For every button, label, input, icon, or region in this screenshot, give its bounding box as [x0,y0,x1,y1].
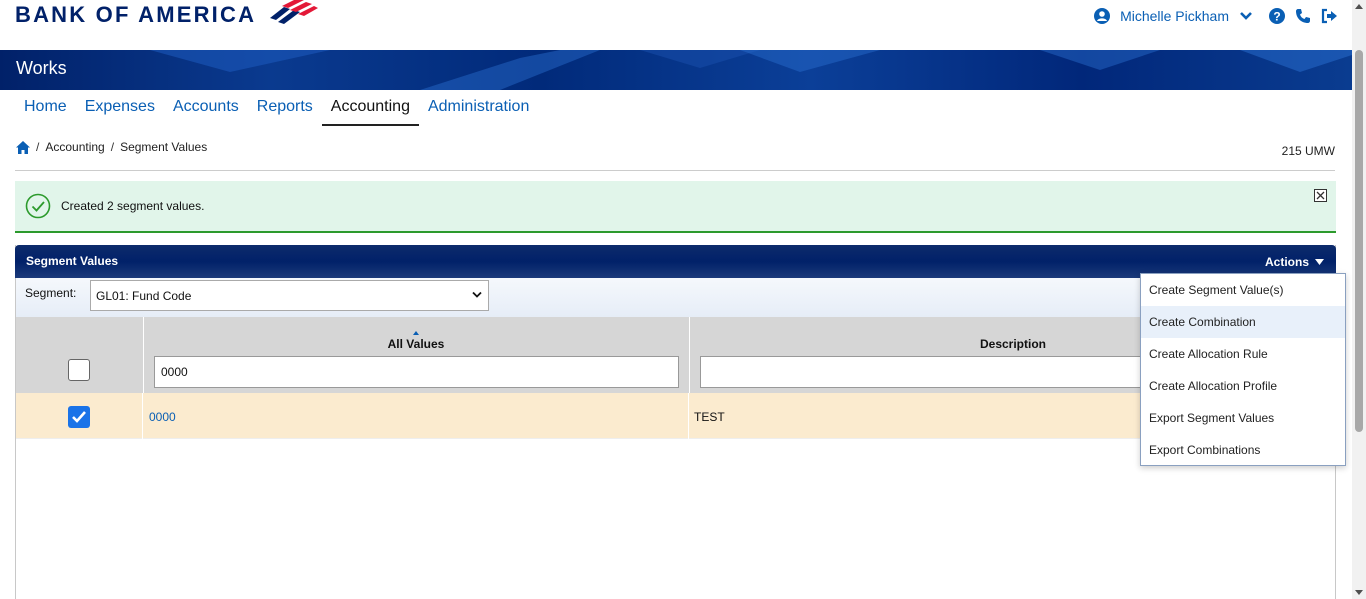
phone-icon[interactable] [1295,8,1311,24]
all-values-header-label: All Values [387,337,445,351]
svg-text:?: ? [1273,10,1280,24]
close-alert-button[interactable] [1314,189,1327,202]
user-area: Michelle Pickham ? [1094,6,1338,26]
actions-menu-button[interactable]: Actions [1265,255,1324,269]
actions-label: Actions [1264,255,1309,269]
panel-header: Segment Values Actions [15,245,1336,278]
sort-ascending-icon [413,331,419,335]
help-icon[interactable]: ? [1269,8,1285,24]
breadcrumb: / Accounting / Segment Values [16,140,207,154]
banner-wave-decoration [150,50,1352,90]
user-circle-icon [1094,8,1111,24]
menu-create-segment-values[interactable]: Create Segment Value(s) [1141,274,1345,306]
breadcrumb-segment-values: Segment Values [120,140,208,154]
flag-logo-icon [270,0,319,24]
nav-accounting[interactable]: Accounting [321,90,419,126]
menu-create-allocation-profile[interactable]: Create Allocation Profile [1141,370,1345,402]
check-circle-icon [25,193,51,224]
menu-create-combination[interactable]: Create Combination [1141,306,1345,338]
checkmark-icon [72,411,86,423]
menu-create-allocation-rule[interactable]: Create Allocation Rule [1141,338,1345,370]
segment-label: Segment: [25,286,77,300]
nav-home[interactable]: Home [15,90,76,126]
chevron-down-icon[interactable] [1239,11,1253,21]
menu-export-combinations[interactable]: Export Combinations [1141,434,1345,466]
segment-value-link[interactable]: 0000 [149,410,176,424]
sign-out-icon[interactable] [1321,8,1338,24]
table-row[interactable]: 0000 TEST [16,393,1335,439]
all-values-filter-input[interactable]: 0000 [154,356,679,388]
scroll-up-arrow-icon[interactable] [1355,4,1363,9]
chevron-down-icon [472,291,482,298]
vertical-scrollbar[interactable] [1352,0,1366,599]
nav-accounts[interactable]: Accounts [164,90,248,126]
select-all-checkbox[interactable] [68,359,90,381]
column-divider [142,393,143,439]
app-title: Works [16,58,67,78]
select-column-header [16,317,142,393]
divider [15,170,1335,171]
grid-header: All Values 0000 Description [16,317,1335,393]
scroll-down-arrow-icon[interactable] [1355,590,1363,595]
home-icon[interactable] [16,140,30,154]
actions-dropdown-menu: Create Segment Value(s) Create Combinati… [1140,273,1346,466]
page: BANK OF AMERICA Michelle Pickham ? Works… [0,0,1366,599]
org-code: 215 UMW [1281,144,1335,158]
nav-expenses[interactable]: Expenses [76,90,164,126]
caret-down-icon [1315,259,1324,265]
menu-export-segment-values[interactable]: Export Segment Values [1141,402,1345,434]
nav-administration[interactable]: Administration [419,90,538,126]
segment-selected-value: GL01: Fund Code [96,288,192,303]
main-nav: Home Expenses Accounts Reports Accountin… [15,90,538,126]
user-name-menu[interactable]: Michelle Pickham [1120,8,1229,24]
row-checkbox[interactable] [68,406,90,428]
segment-filter-bar: Segment: GL01: Fund Code [16,278,1335,317]
all-values-column-header[interactable]: All Values 0000 [143,317,688,393]
panel-title: Segment Values [26,254,119,268]
brand-wordmark: BANK OF AMERICA [15,2,257,27]
breadcrumb-separator: / [110,140,115,154]
breadcrumb-accounting[interactable]: Accounting [45,140,104,154]
alert-message: Created 2 segment values. [61,199,205,213]
nav-reports[interactable]: Reports [248,90,322,126]
segment-description: TEST [694,410,725,424]
breadcrumb-separator: / [36,140,40,154]
bank-of-america-logo[interactable]: BANK OF AMERICA [15,0,319,30]
top-header: BANK OF AMERICA Michelle Pickham ? [0,0,1352,50]
close-icon [1316,191,1325,200]
app-banner: Works [0,50,1352,90]
scrollbar-thumb[interactable] [1355,50,1363,432]
column-divider [688,393,689,439]
success-alert: Created 2 segment values. [15,181,1336,233]
segment-select[interactable]: GL01: Fund Code [90,280,489,311]
